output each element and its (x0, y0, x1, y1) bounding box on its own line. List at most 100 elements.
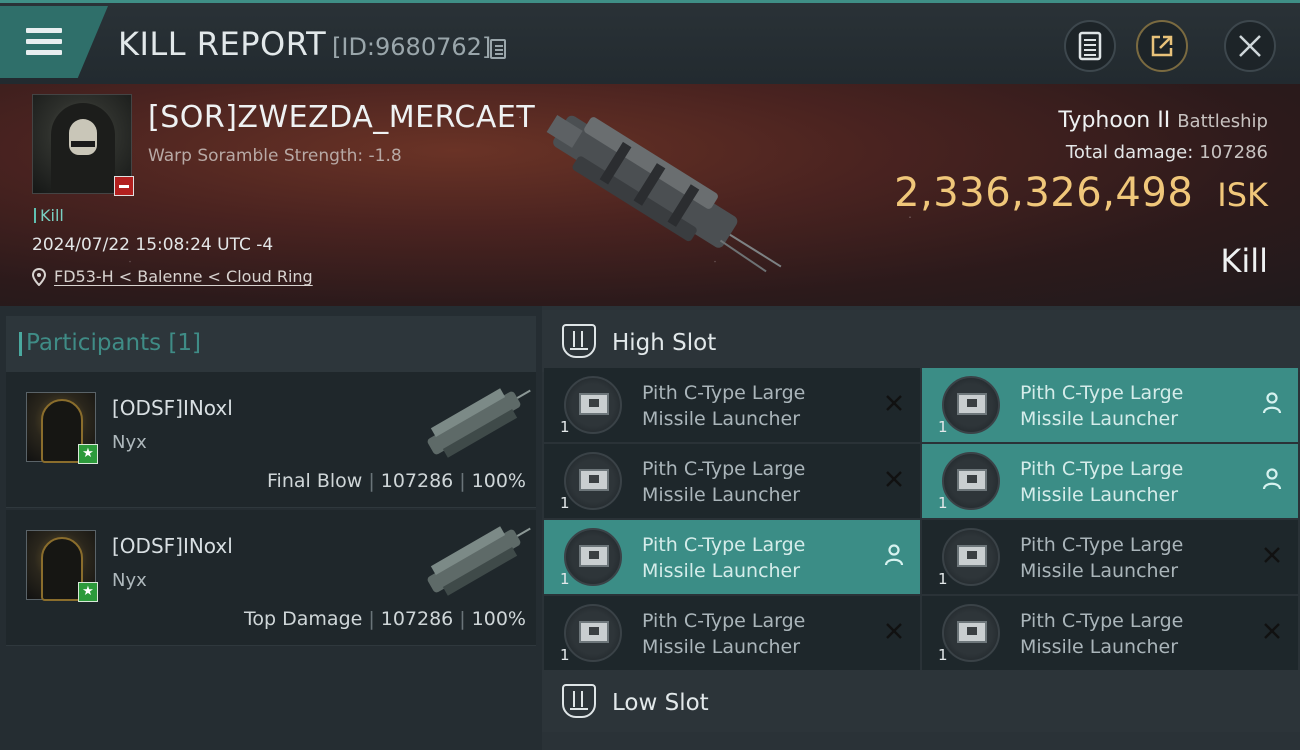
high-slot-icon (562, 324, 596, 358)
x-icon (1260, 620, 1284, 644)
low-slot-icon (562, 684, 596, 718)
module-item[interactable]: 1 Pith C-Type Large Missile Launcher (544, 444, 920, 518)
warp-scramble-strength: Warp Soramble Strength: -1.8 (148, 146, 402, 166)
participant-percent: 100% (471, 470, 526, 492)
participant-ship-image (427, 388, 531, 458)
module-name: Pith C-Type Large Missile Launcher (642, 382, 806, 430)
module-quantity: 1 (560, 646, 570, 664)
kill-datetime: 2024/07/22 15:08:24 UTC -4 (32, 235, 274, 255)
victim-ship-name: Typhoon II (1058, 108, 1171, 133)
module-name: Pith C-Type Large Missile Launcher (642, 610, 806, 658)
launcher-icon (564, 528, 622, 586)
participant-stats: Top Damage | 107286 | 100% (244, 608, 526, 630)
module-name: Pith C-Type Large Missile Launcher (642, 458, 806, 506)
copy-icon[interactable] (490, 39, 506, 59)
module-item[interactable]: 1 Pith C-Type Large Missile Launcher (922, 368, 1298, 442)
isk-amount: 2,336,326,498 (894, 170, 1194, 216)
participant-ship-image (427, 526, 531, 596)
launcher-icon (942, 376, 1000, 434)
module-quantity: 1 (560, 494, 570, 512)
menu-icon (26, 28, 62, 56)
page-title: KILL REPORT (118, 25, 327, 63)
high-slot-header: High Slot (542, 310, 1300, 372)
total-damage: Total damage: 107286 (1066, 142, 1268, 163)
x-icon (882, 620, 906, 644)
fitting-panel: High Slot 1 Pith C-Type Large Missile Laun… (542, 306, 1300, 750)
x-icon (1260, 544, 1284, 568)
victim-name[interactable]: [SOR]ZWEZDA_MERCAET (148, 100, 535, 135)
module-name: Pith C-Type Large Missile Launcher (1020, 610, 1184, 658)
module-quantity: 1 (560, 570, 570, 588)
launcher-icon (942, 452, 1000, 510)
x-icon (882, 468, 906, 492)
kill-tag: Kill (34, 206, 64, 225)
report-result: Kill (1220, 242, 1268, 280)
module-item[interactable]: 1 Pith C-Type Large Missile Launcher (544, 520, 920, 594)
victim-ship-image (546, 114, 782, 273)
hostile-badge (114, 176, 134, 196)
x-icon (882, 392, 906, 416)
launcher-icon (564, 376, 622, 434)
module-quantity: 1 (938, 494, 948, 512)
document-icon (1078, 31, 1102, 61)
low-slot-header: Low Slot (542, 670, 1300, 732)
close-icon (1239, 35, 1261, 57)
participant-row[interactable]: ★ [ODSF]INoxl Nyx Final Blow | 107286 | 100% (6, 372, 536, 508)
launcher-icon (942, 604, 1000, 662)
module-name: Pith C-Type Large Missile Launcher (1020, 458, 1184, 506)
close-button[interactable] (1224, 20, 1276, 72)
module-item[interactable]: 1 Pith C-Type Large Missile Launcher (544, 368, 920, 442)
module-quantity: 1 (938, 646, 948, 664)
module-quantity: 1 (938, 570, 948, 588)
isk-value: 2,336,326,498 ISK (894, 170, 1268, 216)
location-pin-icon (32, 267, 46, 286)
participants-title: Participants [1] (18, 330, 202, 356)
participant-row[interactable]: ★ [ODSF]INoxl Nyx Top Damage | 107286 | 100% (6, 510, 536, 646)
star-icon: ★ (78, 582, 98, 602)
module-item[interactable]: 1 Pith C-Type Large Missile Launcher (922, 596, 1298, 670)
module-item[interactable]: 1 Pith C-Type Large Missile Launcher (544, 596, 920, 670)
share-button[interactable] (1136, 20, 1188, 72)
participants-count: [1] (168, 330, 202, 356)
top-bar: KILL REPORT [ID:9680762] (0, 0, 1300, 84)
launcher-icon (942, 528, 1000, 586)
launcher-icon (564, 604, 622, 662)
low-slot-list (542, 732, 1300, 750)
module-quantity: 1 (560, 418, 570, 436)
person-icon (1260, 392, 1284, 416)
module-name: Pith C-Type Large Missile Launcher (1020, 534, 1184, 582)
participant-role: Final Blow (267, 470, 363, 492)
participant-name[interactable]: [ODSF]INoxl (112, 534, 233, 558)
share-icon (1151, 35, 1173, 57)
person-icon (882, 544, 906, 568)
participant-damage: 107286 (380, 608, 454, 630)
report-button[interactable] (1064, 20, 1116, 72)
participant-name[interactable]: [ODSF]INoxl (112, 396, 233, 420)
report-id: [ID:9680762] (332, 33, 492, 61)
module-quantity: 1 (938, 418, 948, 436)
module-item[interactable]: 1 Pith C-Type Large Missile Launcher (922, 520, 1298, 594)
total-damage-value: 107286 (1199, 142, 1268, 163)
location-link[interactable]: FD53-H < Balenne < Cloud Ring (54, 267, 313, 286)
menu-button[interactable] (0, 6, 108, 78)
isk-unit: ISK (1217, 176, 1268, 214)
victim-panel: [SOR]ZWEZDA_MERCAET Warp Soramble Streng… (0, 84, 1300, 306)
module-name: Pith C-Type Large Missile Launcher (1020, 382, 1184, 430)
participant-stats: Final Blow | 107286 | 100% (267, 470, 526, 492)
module-item[interactable]: 1 Pith C-Type Large Missile Launcher (922, 444, 1298, 518)
total-damage-label: Total damage: (1065, 142, 1194, 163)
kill-location[interactable]: FD53-H < Balenne < Cloud Ring (32, 267, 313, 286)
low-slot-label: Low Slot (612, 690, 709, 716)
participant-role: Top Damage (244, 608, 363, 630)
participant-ship: Nyx (112, 570, 147, 591)
participant-percent: 100% (471, 608, 526, 630)
victim-ship: Typhoon II Battleship (1058, 108, 1268, 133)
person-icon (1260, 468, 1284, 492)
participant-damage: 107286 (380, 470, 454, 492)
high-slot-label: High Slot (612, 330, 717, 356)
victim-ship-class: Battleship (1177, 111, 1268, 132)
participants-header: Participants [1] (6, 316, 536, 372)
launcher-icon (564, 452, 622, 510)
participants-panel: Participants [1] ★ [ODSF]INoxl Nyx Final… (0, 306, 542, 750)
module-name: Pith C-Type Large Missile Launcher (642, 534, 806, 582)
